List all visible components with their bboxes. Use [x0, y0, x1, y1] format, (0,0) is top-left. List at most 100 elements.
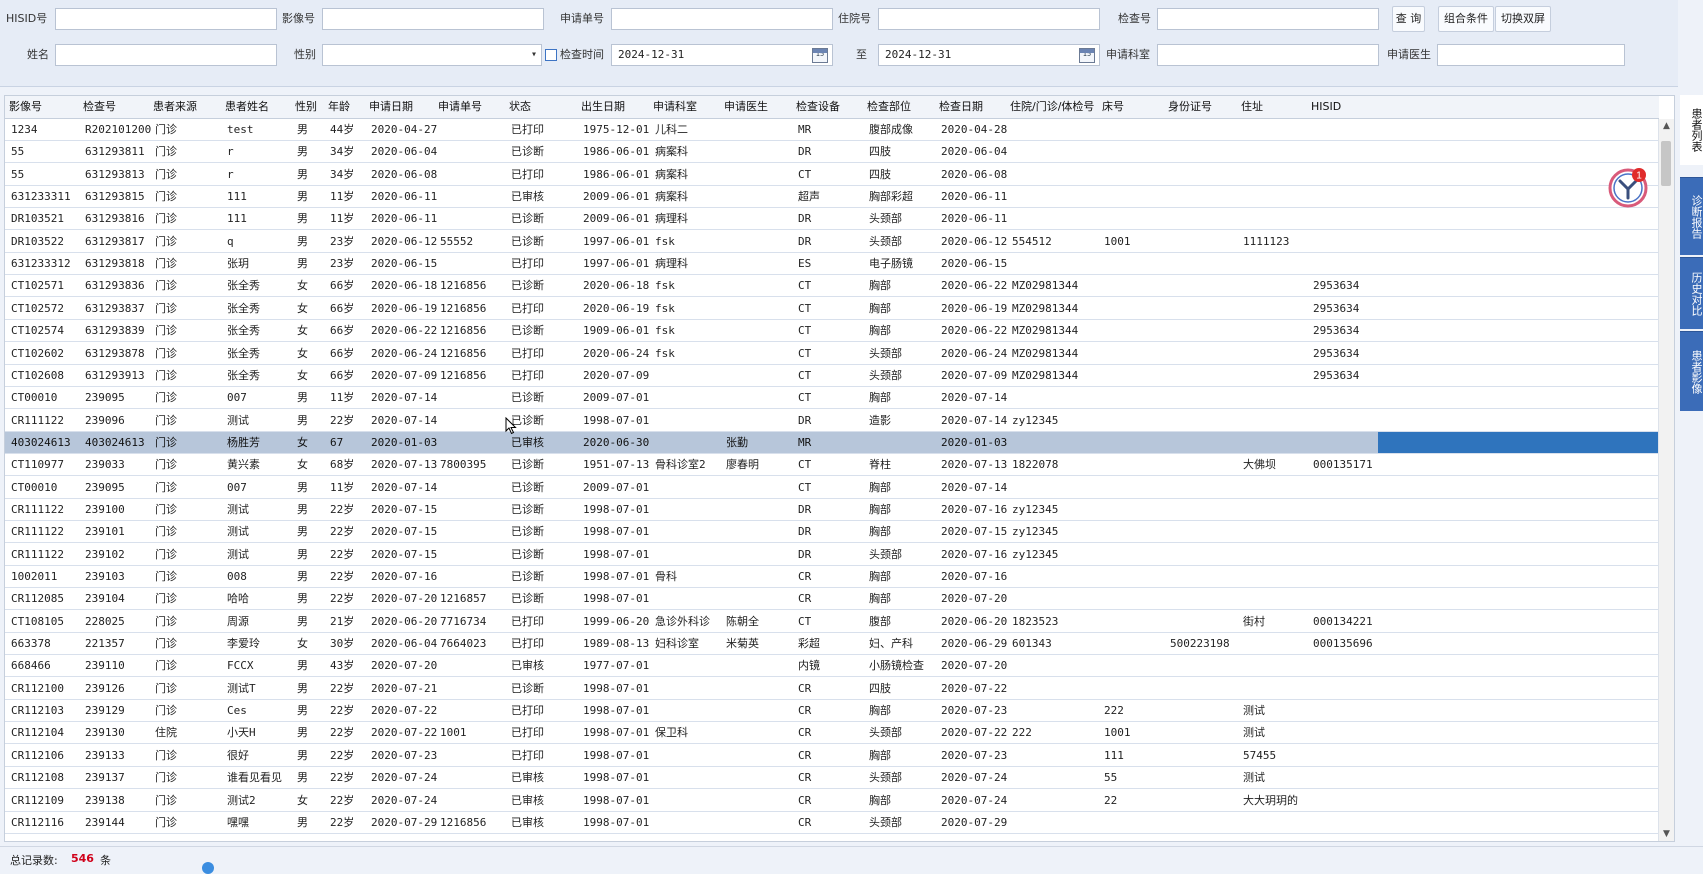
dept-input[interactable]	[1157, 44, 1379, 66]
column-header-apply-date[interactable]: 申请日期	[369, 96, 437, 118]
total-records-label: 总记录数:	[10, 854, 58, 867]
column-header-visit-no[interactable]: 住院/门诊/体检号	[1010, 96, 1100, 118]
table-row-selected[interactable]: 403024613 403024613 门诊 杨胜芳 女 67 2020-01-03 已审核 2…	[5, 431, 1659, 454]
table-row[interactable]: CT102571 631293836 门诊 张全秀女 66岁 2020-06-18 1216…	[5, 275, 1659, 298]
cell-patient-name: 张全秀	[227, 301, 260, 315]
cell-image-no: DR103521	[11, 212, 64, 226]
tab-patient-images[interactable]: 患者影像	[1680, 331, 1703, 411]
table-row[interactable]: CT102572 631293837 门诊 张全秀女 66岁 2020-06-19 1216…	[5, 298, 1659, 320]
cell-apply-dept	[655, 812, 723, 833]
scroll-up-icon[interactable]: ▲	[1659, 119, 1674, 133]
column-header-apply-doctor[interactable]: 申请医生	[724, 96, 794, 118]
column-header-status[interactable]: 状态	[509, 96, 579, 118]
cell-exam-part: 胸部	[869, 704, 891, 718]
cell-id-card	[1170, 700, 1240, 721]
inpatient-no-input[interactable]	[878, 8, 1100, 30]
table-row[interactable]: CT108105 228025 门诊 周源男 21岁 2020-06-20 7716734 已…	[5, 611, 1659, 633]
table-row[interactable]: 1002011 239103 门诊 008 男 22岁 2020-07-16 已诊断 1998-…	[5, 566, 1659, 588]
column-header-exam-date[interactable]: 检查日期	[939, 96, 1009, 118]
vertical-scrollbar[interactable]: ▲ ▼	[1658, 119, 1674, 841]
table-row[interactable]: 55 631293811 门诊 r 男 34岁 2020-06-04 已诊断 1986-06-0…	[5, 141, 1659, 164]
query-button[interactable]: 查 询	[1392, 6, 1425, 32]
image-no-input[interactable]	[322, 8, 544, 30]
column-header-exam-part[interactable]: 检查部位	[867, 96, 937, 118]
cell-exam-no: 221357	[85, 637, 125, 651]
date-from-input[interactable]: 2024-12-31 15	[611, 44, 833, 66]
table-row[interactable]: 1234 R202101200 门诊 test 男 44岁 2020-04-27 已打印 197…	[5, 119, 1659, 141]
table-row[interactable]: CR111122 239101 门诊 测试 男 22岁 2020-07-15 已诊断 1998-…	[5, 521, 1659, 544]
column-header-apply-dept[interactable]: 申请科室	[653, 96, 723, 118]
tab-patient-list[interactable]: 患者列表	[1680, 95, 1703, 165]
column-header-hisid[interactable]: HISID	[1311, 96, 1379, 118]
table-row[interactable]: CT110977 239033 门诊 黄兴素女 68岁 2020-07-13 7800395…	[5, 454, 1659, 477]
cell-apply-date: 2020-06-15	[371, 257, 437, 271]
table-row[interactable]: 631233311 631293815 门诊 111 男 11岁 2020-06-11 已审核…	[5, 186, 1659, 209]
calendar-icon[interactable]: 15	[812, 48, 828, 63]
table-row[interactable]: 663378 221357 门诊 李爱玲 女 30岁 2020-06-04 7664023 已打…	[5, 633, 1659, 656]
table-row[interactable]: CR112103 239129 门诊 Ces 男 22岁 2020-07-22 已打印 1998…	[5, 700, 1659, 723]
column-header-patient-name[interactable]: 患者姓名	[225, 96, 293, 118]
table-row[interactable]: CR112106 239133 门诊 很好 男 22岁 2020-07-23 已打印 1998-…	[5, 745, 1659, 767]
table-row[interactable]: CR112108 239137 门诊 谁看见看见 男 22岁 2020-07-24 已审核 19…	[5, 767, 1659, 790]
table-row[interactable]: DR103521 631293816 门诊 111 男 11岁 2020-06-11 已诊断 2…	[5, 208, 1659, 231]
column-header-exam-device[interactable]: 检查设备	[796, 96, 866, 118]
cell-exam-part: 四肢	[869, 167, 891, 181]
table-row[interactable]: 631233312 631293818 门诊 张玥 男 23岁 2020-06-15 已打印 1…	[5, 253, 1659, 276]
cell-visit-no: MZ02981344	[1012, 279, 1079, 293]
column-header-apply-no[interactable]: 申请单号	[438, 96, 508, 118]
table-row[interactable]: CR112116 239144 门诊 嘿嘿男 22岁 2020-07-29 1216856 已…	[5, 812, 1659, 834]
table-row[interactable]: CR111122 239102 门诊 测试 男 22岁 2020-07-15 已诊断 1998-…	[5, 544, 1659, 566]
table-row[interactable]: CT102574 631293839 门诊 张全秀女 66岁 2020-06-22 1216…	[5, 320, 1659, 343]
gender-select[interactable]	[322, 44, 542, 66]
table-row[interactable]: CT00010 239095 门诊 007 男 11岁 2020-07-14 已诊断 2009-…	[5, 387, 1659, 410]
cell-patient-name: 测试	[227, 502, 249, 516]
tab-diagnosis-report[interactable]: 诊断报告	[1680, 177, 1703, 255]
scroll-down-icon[interactable]: ▼	[1659, 827, 1674, 841]
cell-patient-source: 门诊	[155, 413, 177, 427]
doctor-input[interactable]	[1437, 44, 1625, 66]
date-to-input[interactable]: 2024-12-31 15	[878, 44, 1100, 66]
dual-screen-button[interactable]: 切换双屏	[1495, 6, 1551, 32]
exam-no-input[interactable]	[1157, 8, 1379, 30]
cell-exam-no: 239133	[85, 748, 125, 762]
table-row[interactable]: CR112100 239126 门诊 测试T 男 22岁 2020-07-21 已诊断 1998…	[5, 678, 1659, 700]
cell-status: 已审核	[511, 190, 544, 204]
cell-apply-no	[440, 566, 508, 587]
column-header-birth-date[interactable]: 出生日期	[581, 96, 651, 118]
assistant-badge[interactable]: 1	[1608, 168, 1648, 208]
table-row[interactable]: 55 631293813 门诊 r 男 34岁 2020-06-08 已打印 1986-06-0…	[5, 164, 1659, 186]
total-records-unit: 条	[100, 854, 111, 867]
cell-exam-device: CR	[798, 592, 812, 606]
table-row[interactable]: 668466 239110 门诊 FCCX 男 43岁 2020-07-20 已审核 1977-…	[5, 655, 1659, 678]
column-header-exam-no[interactable]: 检查号	[83, 96, 151, 118]
column-header-age[interactable]: 年龄	[328, 96, 368, 118]
table-row[interactable]: CR112085 239104 门诊 哈哈男 22岁 2020-07-20 1216857 已…	[5, 588, 1659, 611]
exam-no-label: 检查号	[1118, 12, 1151, 25]
table-row[interactable]: CR112109 239138 门诊 测试2 女 22岁 2020-07-24 已审核 1998…	[5, 790, 1659, 812]
table-row[interactable]: CR111122 239096 门诊 测试 男 22岁 2020-07-14 已诊断 1998-…	[5, 410, 1659, 432]
table-row[interactable]: CR111122 239100 门诊 测试 男 22岁 2020-07-15 已诊断 1998-…	[5, 499, 1659, 521]
column-header-address[interactable]: 住址	[1241, 96, 1309, 118]
column-header-id-card[interactable]: 身份证号	[1168, 96, 1240, 118]
table-row[interactable]: DR103522 631293817 门诊 q 男 23岁 2020-06-12 55552 已…	[5, 231, 1659, 253]
column-header-bed-no[interactable]: 床号	[1102, 96, 1166, 118]
tab-history-compare[interactable]: 历史对比	[1680, 257, 1703, 329]
cell-patient-name: 嘿嘿	[227, 815, 249, 829]
name-input[interactable]	[55, 44, 277, 66]
hisid-input[interactable]	[55, 8, 277, 30]
apply-no-input[interactable]	[611, 8, 833, 30]
table-row[interactable]: CT102608 631293913 门诊 张全秀女 66岁 2020-07-09 1216…	[5, 365, 1659, 387]
column-header-patient-source[interactable]: 患者来源	[153, 96, 223, 118]
calendar-icon[interactable]: 15	[1079, 48, 1095, 63]
column-header-image-no[interactable]: 影像号	[9, 96, 81, 118]
table-row[interactable]: CR112104 239130 住院 小天H 男 22岁 2020-07-22 1001 已打印…	[5, 722, 1659, 745]
table-row[interactable]: CT102602 631293878 门诊 张全秀女 66岁 2020-06-24 1216…	[5, 343, 1659, 365]
cell-image-no: CR111122	[11, 547, 64, 561]
exam-time-checkbox[interactable]	[545, 49, 557, 61]
cell-bed-no	[1104, 477, 1166, 498]
cell-age: 34岁	[330, 145, 355, 159]
combo-condition-button[interactable]: 组合条件	[1438, 6, 1494, 32]
column-header-gender[interactable]: 性别	[295, 96, 327, 118]
scroll-thumb[interactable]	[1661, 141, 1671, 186]
table-row[interactable]: CT00010 239095 门诊 007 男 11岁 2020-07-14 已诊断 2009-…	[5, 477, 1659, 499]
